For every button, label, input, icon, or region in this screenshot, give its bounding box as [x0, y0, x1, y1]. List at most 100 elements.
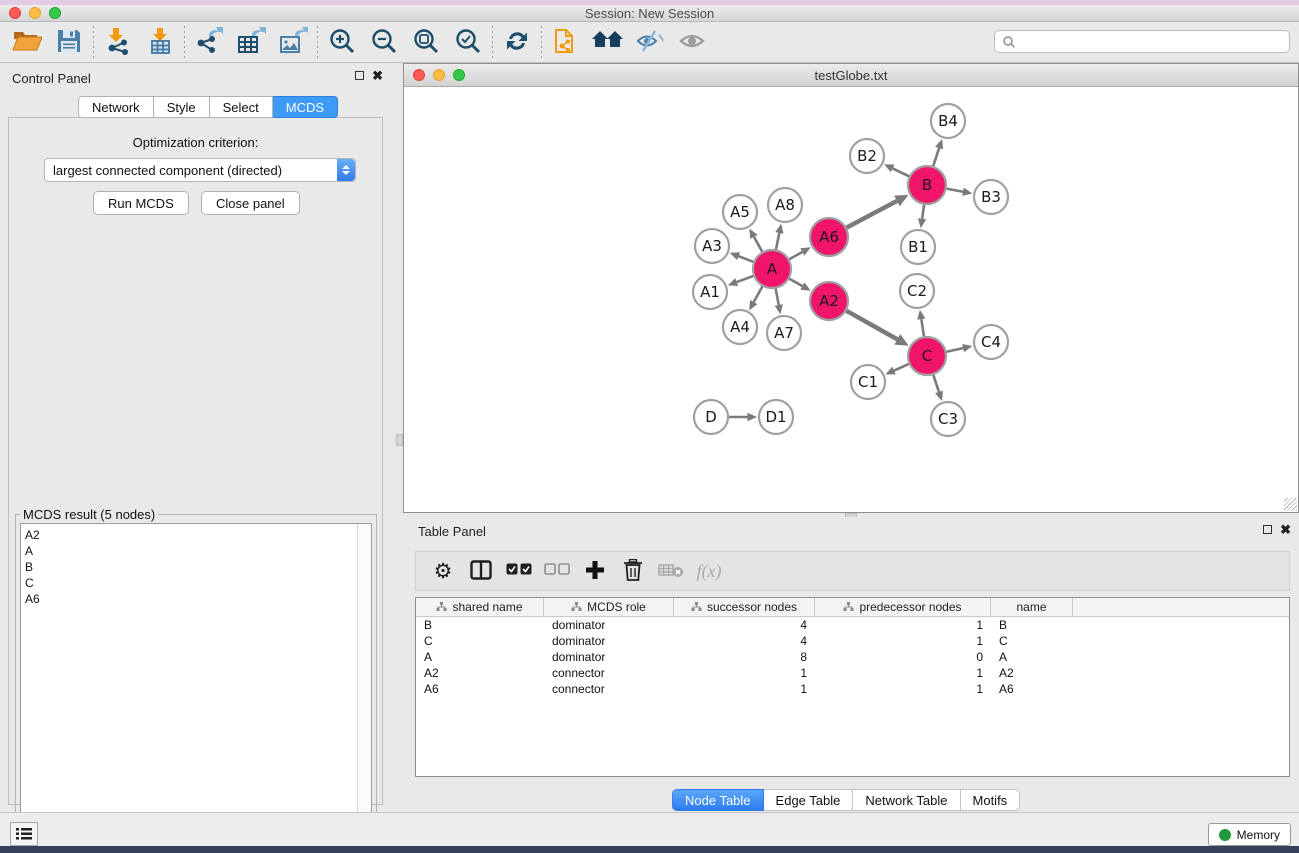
mcds-list-scrollbar[interactable] — [357, 524, 371, 850]
network-canvas[interactable]: B4B2BB3A8A5A6A3B1AA1C2A2A4A7C4CC1DD1C3 — [404, 88, 1298, 512]
control-panel: Control Panel ✖ NetworkStyleSelectMCDS O… — [0, 63, 391, 812]
edge-A6-B[interactable] — [844, 201, 897, 229]
delete-column-button[interactable] — [614, 555, 652, 587]
cell-shared-name[interactable]: A — [416, 650, 544, 664]
tab-select[interactable]: Select — [210, 96, 273, 118]
home-button[interactable] — [587, 25, 629, 59]
cell-MCDS-role[interactable]: dominator — [544, 650, 674, 664]
zoom-selected-button[interactable] — [447, 25, 489, 59]
zoom-out-button[interactable] — [363, 25, 405, 59]
table-row[interactable]: Bdominator41B — [416, 617, 1289, 633]
float-panel-icon[interactable] — [355, 71, 364, 80]
save-session-button[interactable] — [48, 25, 90, 59]
cell-successor-nodes[interactable]: 1 — [674, 682, 815, 696]
edge-B-B4[interactable] — [932, 148, 939, 169]
cell-predecessor-nodes[interactable]: 1 — [815, 666, 991, 680]
task-history-button[interactable] — [10, 822, 38, 846]
import-network-button[interactable] — [97, 25, 139, 59]
edge-arrowhead — [748, 413, 758, 421]
optimization-criterion-dropdown[interactable]: largest connected component (directed) — [44, 158, 356, 182]
search-field[interactable] — [994, 30, 1290, 53]
resize-grip-icon[interactable] — [1284, 498, 1297, 511]
import-table-icon — [146, 27, 174, 58]
cell-predecessor-nodes[interactable]: 0 — [815, 650, 991, 664]
table-row[interactable]: Adominator80A — [416, 649, 1289, 665]
mcds-result-list[interactable]: A2ABCA6 — [20, 523, 372, 851]
node-label-B2: B2 — [857, 147, 877, 165]
zoom-in-button[interactable] — [321, 25, 363, 59]
edge-C-C3[interactable] — [932, 372, 939, 392]
cell-shared-name[interactable]: C — [416, 634, 544, 648]
edge-arrowhead — [728, 278, 738, 286]
run-mcds-button[interactable]: Run MCDS — [93, 191, 189, 215]
tab-style[interactable]: Style — [154, 96, 210, 118]
mcds-result-item[interactable]: A2 — [25, 527, 371, 543]
export-image-button[interactable] — [272, 25, 314, 59]
open-file-button[interactable] — [6, 25, 48, 59]
import-table-button[interactable] — [139, 25, 181, 59]
column-header-name[interactable]: name — [991, 598, 1073, 616]
edge-A2-C[interactable] — [844, 309, 898, 339]
tab-network-table[interactable]: Network Table — [853, 789, 960, 811]
cell-predecessor-nodes[interactable]: 1 — [815, 634, 991, 648]
tab-node-table[interactable]: Node Table — [672, 789, 764, 811]
table-row[interactable]: A2connector11A2 — [416, 665, 1289, 681]
tab-mcds[interactable]: MCDS — [273, 96, 338, 118]
toolbar-separator — [541, 26, 542, 58]
network-window-titlebar[interactable]: testGlobe.txt — [404, 64, 1298, 87]
node-table[interactable]: shared nameMCDS rolesuccessor nodesprede… — [415, 597, 1290, 777]
zoom-fit-button[interactable] — [405, 25, 447, 59]
cell-name[interactable]: A — [991, 650, 1073, 664]
select-all-button[interactable] — [500, 555, 538, 587]
cell-MCDS-role[interactable]: dominator — [544, 618, 674, 632]
cell-successor-nodes[interactable]: 8 — [674, 650, 815, 664]
tab-network[interactable]: Network — [78, 96, 154, 118]
cell-MCDS-role[interactable]: dominator — [544, 634, 674, 648]
cell-MCDS-role[interactable]: connector — [544, 666, 674, 680]
column-header-shared-name[interactable]: shared name — [416, 598, 544, 616]
tab-edge-table[interactable]: Edge Table — [764, 789, 854, 811]
mcds-result-item[interactable]: A6 — [25, 591, 371, 607]
vertical-split-handle[interactable] — [396, 434, 403, 446]
tab-motifs[interactable]: Motifs — [961, 789, 1021, 811]
cell-predecessor-nodes[interactable]: 1 — [815, 618, 991, 632]
edge-B-B2[interactable] — [893, 168, 912, 177]
add-column-button[interactable] — [576, 555, 614, 587]
column-header-predecessor-nodes[interactable]: predecessor nodes — [815, 598, 991, 616]
cell-shared-name[interactable]: A2 — [416, 666, 544, 680]
cell-predecessor-nodes[interactable]: 1 — [815, 682, 991, 696]
column-header-MCDS-role[interactable]: MCDS role — [544, 598, 674, 616]
mcds-result-item[interactable]: B — [25, 559, 371, 575]
search-input[interactable] — [1016, 33, 1289, 51]
clone-network-button[interactable] — [545, 25, 587, 59]
cell-name[interactable]: A2 — [991, 666, 1073, 680]
refresh-button[interactable] — [496, 25, 538, 59]
cell-name[interactable]: A6 — [991, 682, 1073, 696]
edge-A-A4[interactable] — [754, 284, 764, 302]
table-row[interactable]: A6connector11A6 — [416, 681, 1289, 697]
deselect-all-button[interactable] — [538, 555, 576, 587]
cell-shared-name[interactable]: A6 — [416, 682, 544, 696]
export-network-button[interactable] — [188, 25, 230, 59]
cell-successor-nodes[interactable]: 4 — [674, 634, 815, 648]
settings-gear-button[interactable]: ⚙ — [424, 555, 462, 587]
close-table-panel-icon[interactable]: ✖ — [1280, 525, 1291, 534]
cell-successor-nodes[interactable]: 4 — [674, 618, 815, 632]
column-layout-button[interactable] — [462, 555, 500, 587]
eye-button[interactable] — [671, 25, 713, 59]
cell-shared-name[interactable]: B — [416, 618, 544, 632]
cell-MCDS-role[interactable]: connector — [544, 682, 674, 696]
float-table-panel-icon[interactable] — [1263, 525, 1272, 534]
column-header-successor-nodes[interactable]: successor nodes — [674, 598, 815, 616]
cell-name[interactable]: B — [991, 618, 1073, 632]
cell-successor-nodes[interactable]: 1 — [674, 666, 815, 680]
close-panel-icon[interactable]: ✖ — [372, 71, 383, 80]
export-table-button[interactable] — [230, 25, 272, 59]
close-panel-button[interactable]: Close panel — [201, 191, 300, 215]
memory-button[interactable]: Memory — [1208, 823, 1291, 846]
mcds-result-item[interactable]: C — [25, 575, 371, 591]
eye-slash-button[interactable] — [629, 25, 671, 59]
cell-name[interactable]: C — [991, 634, 1073, 648]
mcds-result-item[interactable]: A — [25, 543, 371, 559]
table-row[interactable]: Cdominator41C — [416, 633, 1289, 649]
